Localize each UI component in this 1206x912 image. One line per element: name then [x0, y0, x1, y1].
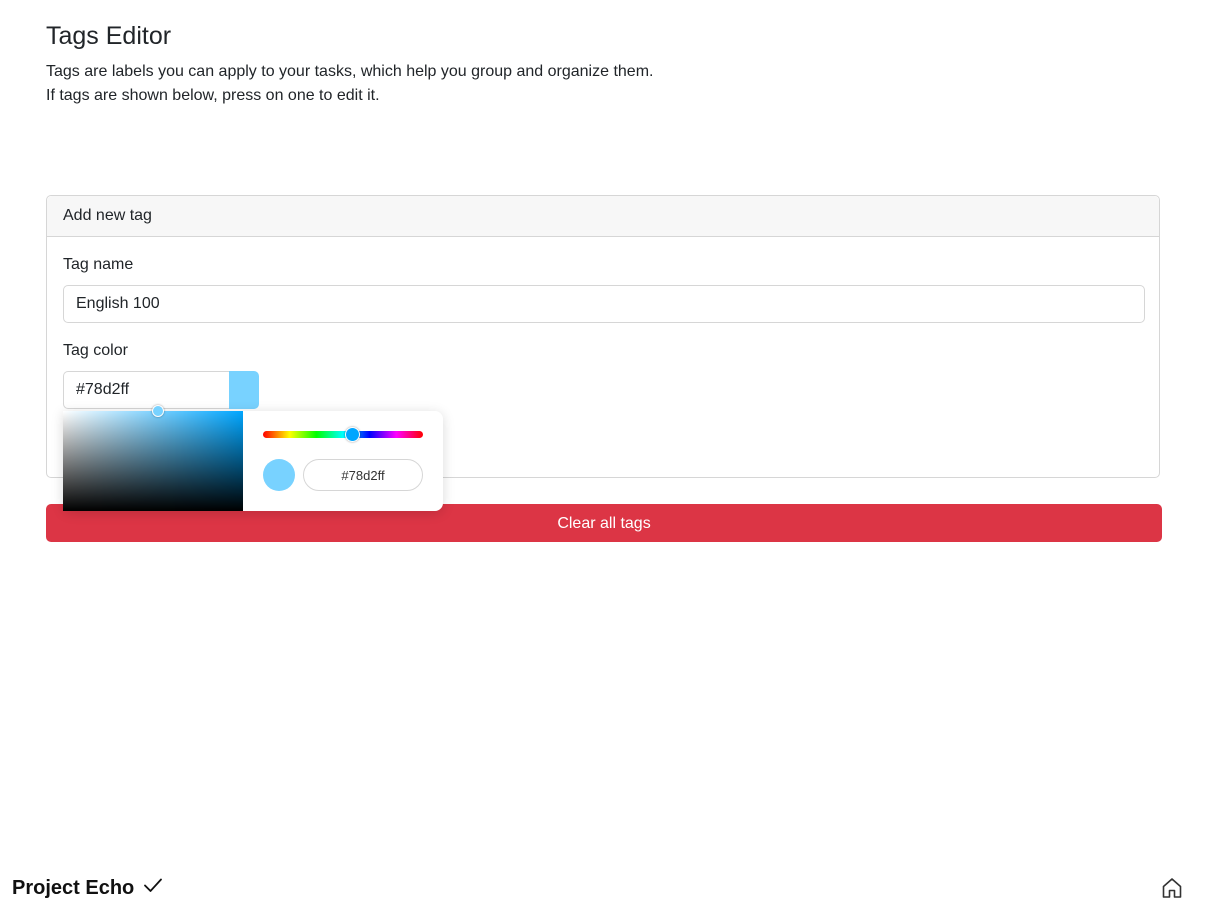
tags-editor-page: Tags Editor Tags are labels you can appl… — [0, 0, 1206, 912]
hue-slider[interactable] — [263, 427, 423, 442]
description-line-1: Tags are labels you can apply to your ta… — [46, 63, 654, 80]
tag-color-label: Tag color — [63, 342, 128, 359]
card-header: Add new tag — [47, 196, 1159, 237]
page-description: Tags are labels you can apply to your ta… — [46, 60, 653, 108]
home-icon[interactable] — [1160, 876, 1184, 900]
hex-value-input[interactable] — [303, 459, 423, 491]
brand-name: Project Echo — [12, 876, 135, 899]
color-picker-popover — [63, 405, 443, 511]
brand: Project Echo — [12, 874, 164, 901]
saturation-handle[interactable] — [152, 405, 164, 417]
color-swatch-button[interactable] — [229, 371, 259, 409]
checkmark-icon — [142, 874, 164, 901]
description-line-2: If tags are shown below, press on one to… — [46, 87, 380, 104]
hue-handle[interactable] — [345, 427, 360, 442]
page-title: Tags Editor — [46, 22, 172, 50]
tag-color-input[interactable] — [63, 371, 230, 409]
saturation-area[interactable] — [63, 405, 243, 511]
tag-name-label: Tag name — [63, 256, 134, 273]
tag-name-input[interactable] — [63, 285, 1145, 323]
color-preview — [263, 459, 295, 491]
